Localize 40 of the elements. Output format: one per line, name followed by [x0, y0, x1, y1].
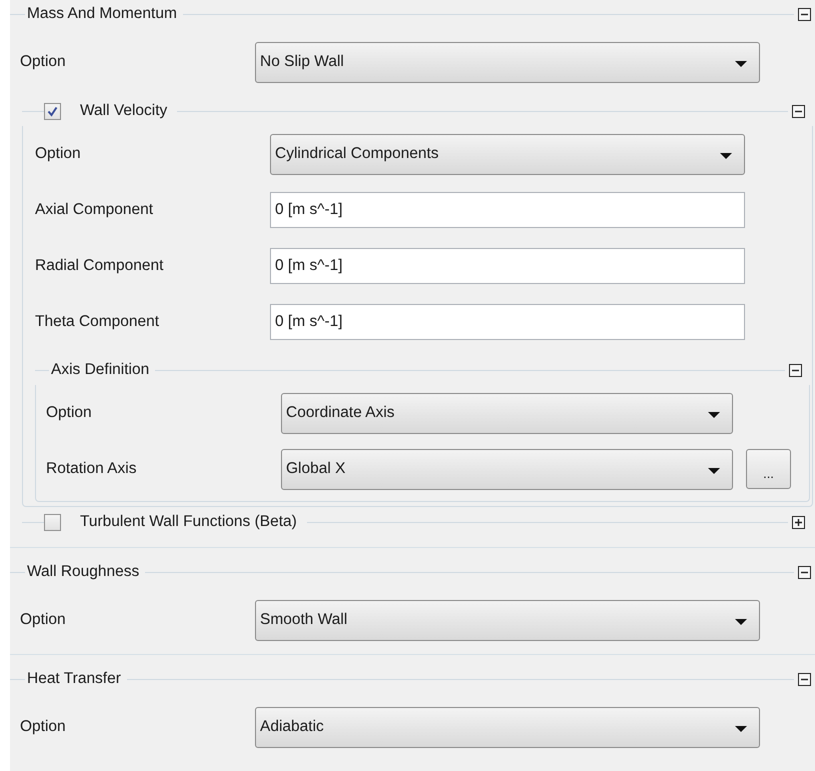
field-label: Option — [46, 403, 93, 424]
input-field[interactable]: 0 [m s^-1] — [270, 304, 745, 340]
field-label: Rotation Axis — [46, 459, 138, 480]
collapse-icon[interactable] — [792, 104, 805, 118]
field-label: Option — [20, 717, 67, 738]
caret-icon — [720, 152, 732, 158]
checkbox[interactable] — [44, 514, 61, 530]
group-title: Axis Definition — [50, 360, 150, 380]
dropdown[interactable]: Coordinate Axis — [281, 392, 733, 434]
dropdown[interactable]: Global X — [281, 448, 733, 490]
collapse-icon[interactable] — [798, 566, 811, 578]
section-title: Heat Transfer — [26, 669, 122, 690]
section-title: Mass And Momentum — [26, 4, 178, 24]
checkmark-icon — [47, 106, 58, 116]
field-label: Axial Component — [35, 200, 154, 220]
input-field[interactable]: 0 [m s^-1] — [270, 248, 745, 284]
collapse-icon[interactable] — [789, 364, 802, 376]
caret-icon — [735, 618, 747, 624]
checkbox[interactable] — [44, 102, 61, 120]
section-title: Wall Roughness — [26, 562, 140, 582]
field-label: Option — [20, 610, 67, 630]
caret-icon — [735, 726, 747, 732]
dropdown[interactable]: Adiabatic — [255, 706, 760, 748]
dropdown[interactable]: Cylindrical Components — [270, 134, 745, 174]
collapse-icon[interactable] — [798, 8, 811, 20]
group-title: Wall Velocity — [79, 101, 168, 122]
field-label: Option — [20, 52, 67, 72]
browse-button[interactable]: ... — [746, 449, 791, 489]
caret-icon — [708, 412, 720, 418]
dropdown[interactable]: No Slip Wall — [255, 42, 760, 82]
caret-icon — [735, 60, 747, 66]
expand-icon[interactable] — [792, 516, 805, 528]
dropdown[interactable]: Smooth Wall — [255, 600, 760, 640]
field-label: Radial Component — [35, 256, 164, 276]
collapse-icon[interactable] — [798, 672, 811, 686]
field-label: Option — [35, 144, 82, 164]
caret-icon — [708, 468, 720, 474]
input-field[interactable]: 0 [m s^-1] — [270, 192, 745, 228]
field-label: Theta Component — [35, 312, 160, 332]
group-title: Turbulent Wall Functions (Beta) — [79, 512, 298, 532]
